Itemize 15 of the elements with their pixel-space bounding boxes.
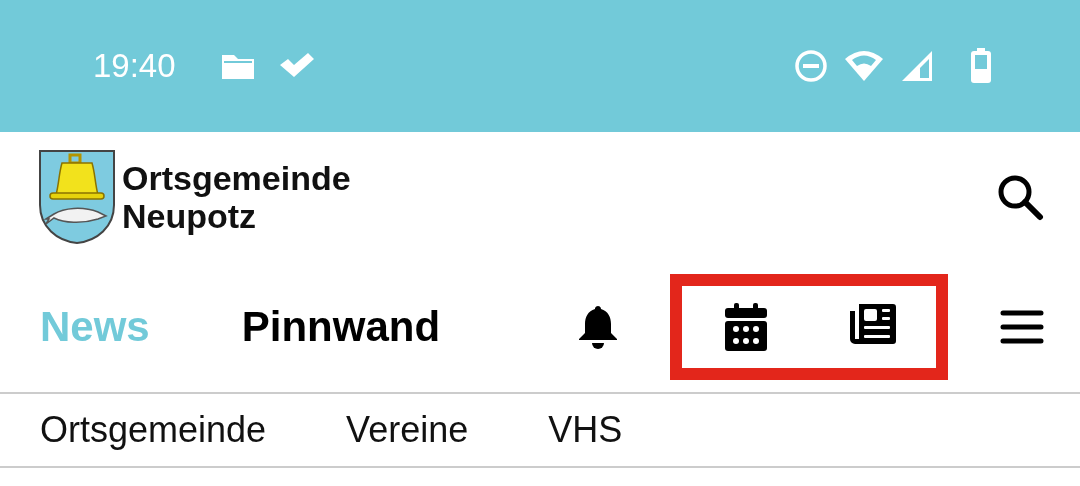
status-time: 19:40 [93,47,176,85]
menu-icon[interactable] [1000,309,1044,345]
wifi-icon [844,49,884,83]
do-not-disturb-icon [794,49,828,83]
battery-icon [970,48,992,84]
category-tab[interactable]: Vereine [346,409,469,451]
signal-icon [900,49,934,83]
app-title: Ortsgemeinde [122,159,351,197]
search-icon[interactable] [996,173,1044,221]
category-tab[interactable]: VHS [548,409,623,451]
newspaper-icon[interactable] [848,303,897,345]
category-tab[interactable]: Ortsgemeinde [40,409,267,451]
calendar-icon[interactable] [723,303,768,351]
nav-tab[interactable]: Pinnwand [241,303,441,351]
app-title: Neupotz [122,197,258,235]
